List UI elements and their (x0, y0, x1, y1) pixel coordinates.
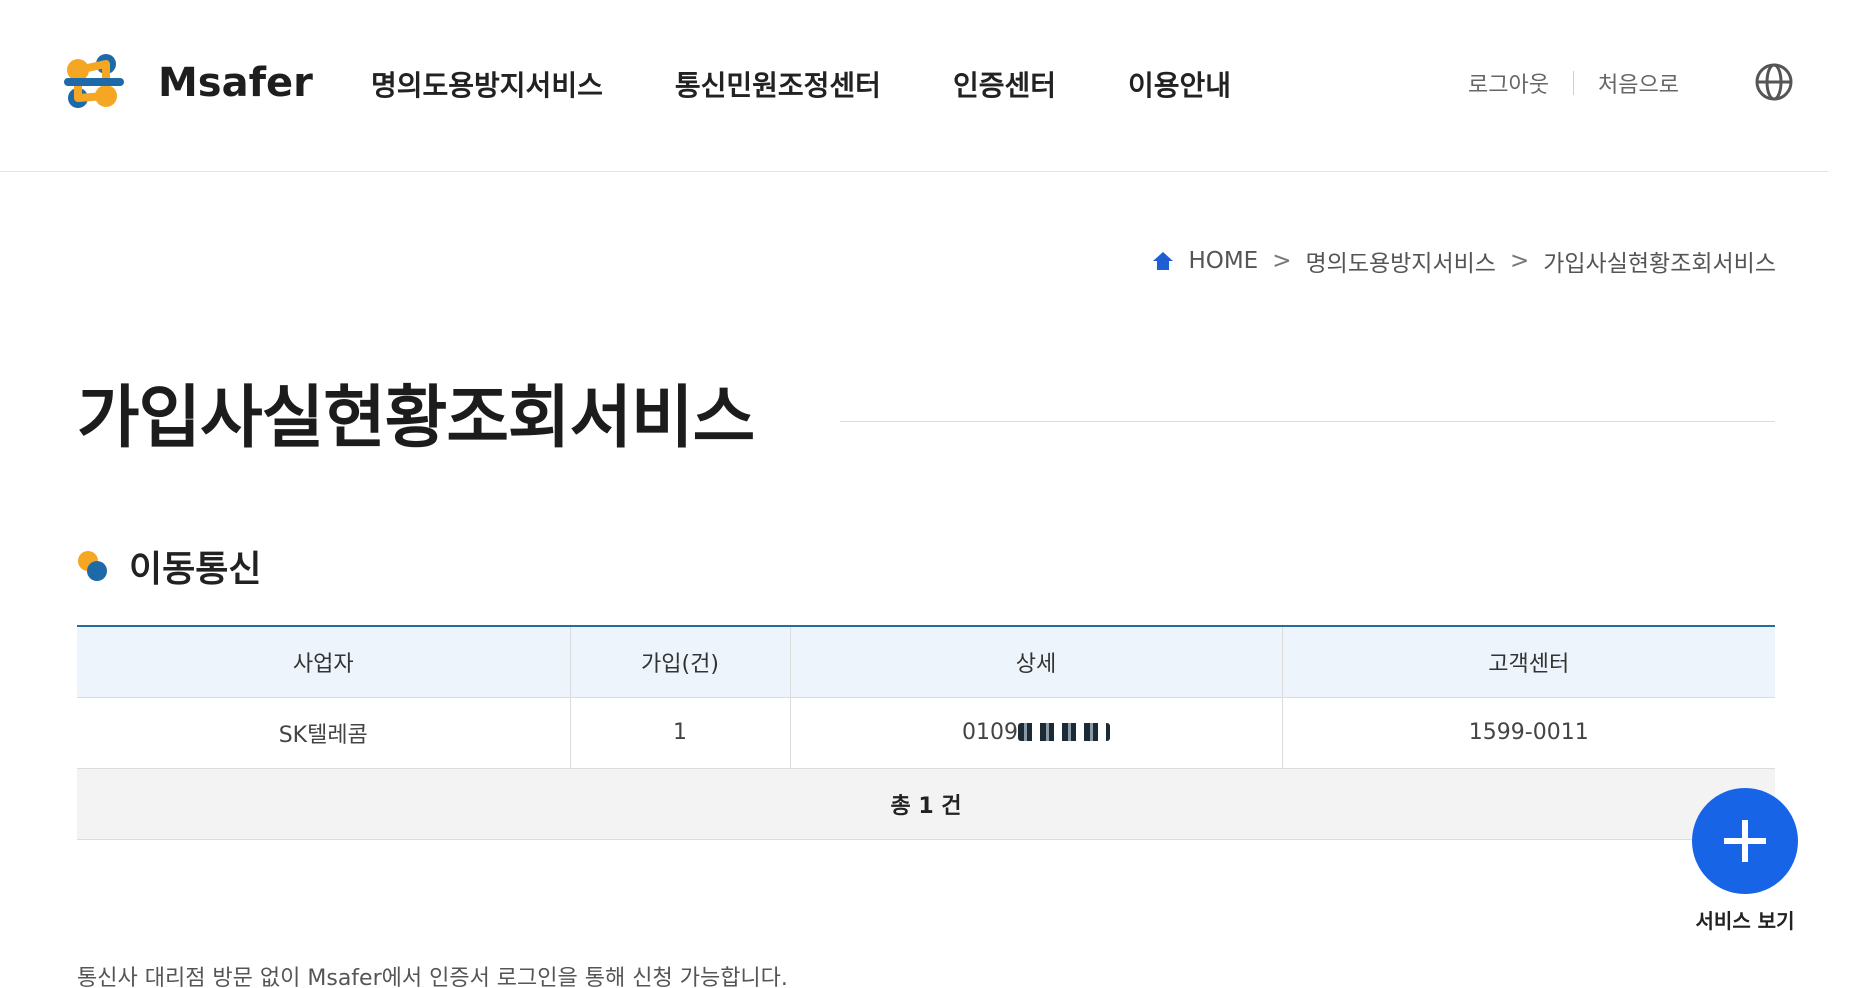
main-nav: 명의도용방지서비스 통신민원조정센터 인증센터 이용안내 (371, 64, 1303, 104)
nav-item-identity-protection[interactable]: 명의도용방지서비스 (371, 64, 603, 104)
cell-detail: 0109 (790, 697, 1283, 769)
breadcrumb-item-identity-protection[interactable]: 명의도용방지서비스 (1306, 244, 1496, 278)
breadcrumb-separator: > (1509, 248, 1530, 274)
subscription-table: 사업자 가입(건) 상세 고객센터 SK텔레콤 1 0109 1599-0011… (77, 625, 1775, 840)
logout-link[interactable]: 로그아웃 (1468, 67, 1549, 99)
table-row: SK텔레콤 1 0109 1599-0011 (77, 697, 1775, 769)
nav-item-guide[interactable]: 이용안내 (1128, 64, 1231, 104)
total-count: 총 1 건 (77, 768, 1775, 840)
site-header: Msafer 명의도용방지서비스 통신민원조정센터 인증센터 이용안내 로그아웃… (0, 0, 1828, 172)
cell-count: 1 (570, 697, 791, 769)
cell-carrier: SK텔레콤 (77, 697, 571, 769)
msafer-logo-icon (64, 54, 124, 108)
service-view-button[interactable] (1692, 788, 1798, 894)
breadcrumb-item-current: 가입사실현황조회서비스 (1543, 251, 1776, 277)
cell-support: 1599-0011 (1282, 697, 1775, 769)
logo[interactable]: Msafer (58, 50, 313, 116)
nav-item-complaint-center[interactable]: 통신민원조정센터 (675, 64, 881, 104)
nav-item-auth-center[interactable]: 인증센터 (953, 64, 1056, 104)
title-divider (840, 421, 1775, 422)
table-header-row: 사업자 가입(건) 상세 고객센터 (77, 626, 1775, 698)
divider (1572, 71, 1574, 95)
footer-note: 통신사 대리점 방문 없이 Msafer에서 인증서 로그인을 통해 신청 가능… (77, 966, 788, 988)
column-header-detail: 상세 (790, 626, 1283, 698)
logo-text: Msafer (158, 60, 313, 106)
column-header-support: 고객센터 (1282, 626, 1775, 698)
home-link[interactable]: 처음으로 (1598, 67, 1679, 99)
section-bullet-icon (78, 551, 107, 581)
page-title: 가입사실현황조회서비스 (77, 379, 755, 458)
section-title: 이동통신 (129, 549, 262, 590)
detail-number-prefix: 0109 (962, 720, 1018, 745)
plus-icon (1724, 820, 1766, 862)
utility-links: 로그아웃 처음으로 (1468, 67, 1679, 99)
column-header-carrier: 사업자 (77, 626, 571, 698)
globe-icon[interactable] (1754, 62, 1794, 102)
masked-number (1018, 723, 1110, 741)
home-icon[interactable] (1152, 250, 1174, 272)
service-view-label[interactable]: 서비스 보기 (1695, 905, 1795, 934)
section-header: 이동통신 (77, 540, 261, 592)
breadcrumb-separator: > (1272, 248, 1292, 274)
breadcrumb-home[interactable]: HOME (1188, 248, 1258, 274)
table-total-row: 총 1 건 (77, 768, 1775, 840)
breadcrumb: HOME > 명의도용방지서비스 > 가입사실현황조회서비스 (1152, 244, 1776, 278)
column-header-count: 가입(건) (570, 626, 791, 698)
